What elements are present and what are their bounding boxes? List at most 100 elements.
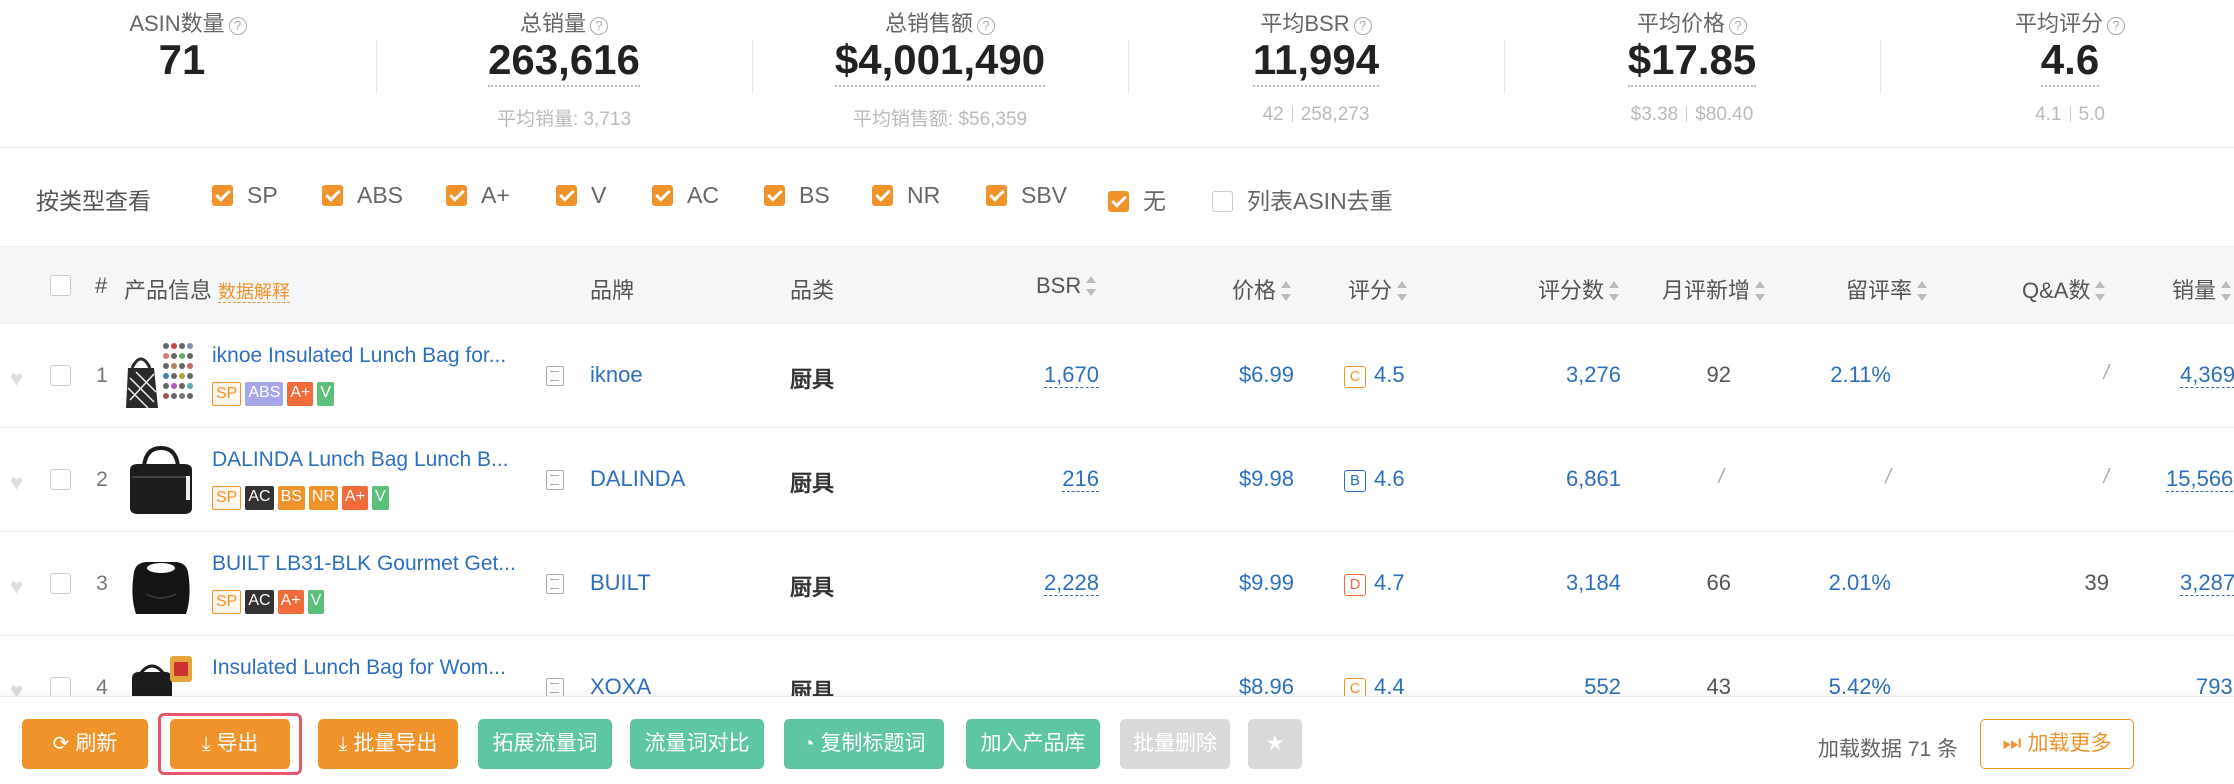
filter-checkbox-aplus[interactable]: A+ <box>446 182 510 210</box>
expand-traffic-words-button[interactable]: 拓展流量词 <box>478 719 612 769</box>
checkbox-checked-icon[interactable] <box>446 185 467 206</box>
checkbox-checked-icon[interactable] <box>212 185 233 206</box>
filter-checkbox-bs[interactable]: BS <box>764 182 830 210</box>
col-price[interactable]: 价格 <box>1232 273 1292 305</box>
sort-icon[interactable] <box>1916 281 1928 301</box>
refresh-button[interactable]: ⟳ 刷新 <box>22 719 148 769</box>
sales-value[interactable]: 3,287 <box>2180 570 2234 596</box>
filter-checkbox-v[interactable]: V <box>556 182 606 210</box>
col-bsr-label: BSR <box>1036 273 1082 298</box>
sort-icon[interactable] <box>2220 281 2232 301</box>
stat-max: $80.40 <box>1695 104 1754 125</box>
document-icon[interactable] <box>546 470 564 490</box>
filter-checkbox-sp[interactable]: SP <box>212 182 278 210</box>
sort-icon[interactable] <box>2094 281 2106 301</box>
checkbox-checked-icon[interactable] <box>872 185 893 206</box>
help-icon[interactable]: ? <box>2107 17 2125 35</box>
sort-icon[interactable] <box>1608 281 1620 301</box>
download-icon: ⤓ <box>338 733 348 755</box>
filter-checkbox-ac[interactable]: AC <box>652 182 719 210</box>
stat-value: 11,994 <box>1252 36 1380 87</box>
sales-value[interactable]: 15,566 <box>2166 466 2234 492</box>
help-icon[interactable]: ? <box>228 17 247 35</box>
select-all-checkbox[interactable] <box>50 275 71 296</box>
bsr-value[interactable]: 2,228 <box>1043 570 1099 596</box>
filter-checkbox-abs[interactable]: ABS <box>322 182 403 210</box>
sort-icon[interactable] <box>1085 276 1097 296</box>
row-checkbox[interactable] <box>50 365 71 386</box>
document-icon[interactable] <box>546 678 564 698</box>
favorite-heart-icon[interactable]: ♥ <box>10 366 23 392</box>
product-name-link[interactable]: DALINDA Lunch Bag Lunch B... <box>212 448 522 472</box>
checkbox-unchecked-icon[interactable] <box>1212 191 1233 212</box>
row-checkbox[interactable] <box>50 469 71 490</box>
data-explain-link[interactable]: 数据解释 <box>218 282 291 303</box>
help-icon[interactable]: ? <box>977 17 995 35</box>
favorite-heart-icon[interactable]: ♥ <box>10 574 23 600</box>
monthly-new-value: / <box>1718 466 1724 488</box>
brand-link[interactable]: iknoe <box>590 362 643 388</box>
checkbox-checked-icon[interactable] <box>1108 191 1129 212</box>
favorite-star-button[interactable]: ★ <box>1248 719 1302 769</box>
batch-export-button[interactable]: ⤓ 批量导出 <box>318 719 458 769</box>
favorite-heart-icon[interactable]: ♥ <box>10 470 23 496</box>
table-row[interactable]: ♥ 3 BUILT LB31-BLK Gourmet Get... SP AC A+… <box>0 532 2234 636</box>
category: 厨具 <box>790 575 835 600</box>
checkbox-checked-icon[interactable] <box>764 185 785 206</box>
col-qa[interactable]: Q&A数 <box>2022 273 2106 305</box>
checkbox-checked-icon[interactable] <box>322 185 343 206</box>
row-checkbox[interactable] <box>50 573 71 594</box>
sort-icon[interactable] <box>1754 281 1766 301</box>
product-thumbnail[interactable] <box>124 338 198 412</box>
table-row[interactable]: ♥ 1 iknoe Insulated Lunch Bag for... SP A… <box>0 324 2234 428</box>
product-name-link[interactable]: BUILT LB31-BLK Gourmet Get... <box>212 552 522 576</box>
pie-chart-icon: ◔ <box>802 733 815 755</box>
checkbox-checked-icon[interactable] <box>556 185 577 206</box>
col-monthly-new[interactable]: 月评新增 <box>1662 273 1766 305</box>
brand-link[interactable]: DALINDA <box>590 466 685 492</box>
export-button[interactable]: ⤓ 导出 <box>170 719 290 769</box>
copy-title-words-button[interactable]: ◔ 复制标题词 <box>784 719 944 769</box>
product-name-link[interactable]: iknoe Insulated Lunch Bag for... <box>212 344 522 368</box>
product-thumbnail[interactable] <box>124 546 198 620</box>
brand-link[interactable]: BUILT <box>590 570 651 596</box>
checkbox-checked-icon[interactable] <box>986 185 1007 206</box>
col-bsr[interactable]: BSR <box>1036 273 1097 299</box>
help-icon[interactable]: ? <box>1353 17 1372 35</box>
col-review-rate[interactable]: 留评率 <box>1846 273 1928 305</box>
col-rating[interactable]: 评分 <box>1348 273 1408 305</box>
row-checkbox[interactable] <box>50 677 71 698</box>
filter-checkbox-nr[interactable]: NR <box>872 182 940 210</box>
sort-icon[interactable] <box>1396 281 1408 301</box>
batch-delete-button[interactable]: 批量删除 <box>1120 719 1230 769</box>
product-tags: SP ABS A+ V <box>212 382 338 406</box>
refresh-label: 刷新 <box>75 732 118 755</box>
product-thumbnail[interactable] <box>124 442 198 516</box>
product-name-link[interactable]: Insulated Lunch Bag for Wom... <box>212 656 522 680</box>
load-info: 加载数据 71 条 <box>1818 738 1959 761</box>
download-icon: ⤓ <box>201 733 211 755</box>
bsr-value[interactable]: 216 <box>1062 466 1099 492</box>
col-rating-count[interactable]: 评分数 <box>1538 273 1620 305</box>
filter-checkbox-none[interactable]: 无 <box>1108 182 1166 214</box>
help-icon[interactable]: ? <box>1729 17 1747 35</box>
sort-icon[interactable] <box>1280 281 1292 301</box>
document-icon[interactable] <box>546 574 564 594</box>
load-more-button[interactable]: ⏭ 加载更多 <box>1980 719 2134 769</box>
batch-export-label: 批量导出 <box>353 732 438 755</box>
bsr-value[interactable]: 1,670 <box>1043 362 1099 388</box>
filter-checkbox-dedupe[interactable]: 列表ASIN去重 <box>1212 182 1393 214</box>
document-icon[interactable] <box>546 366 564 386</box>
row-index: 1 <box>96 364 108 387</box>
col-sales[interactable]: 销量 <box>2172 273 2232 305</box>
sales-value[interactable]: 4,369 <box>2180 362 2234 388</box>
filter-checkbox-sbv[interactable]: SBV <box>986 182 1067 210</box>
table-row[interactable]: ♥ 2 DALINDA Lunch Bag Lunch B... SP AC BS N… <box>0 428 2234 532</box>
help-icon[interactable]: ? <box>590 17 608 35</box>
checkbox-checked-icon[interactable] <box>652 185 673 206</box>
star-icon: ★ <box>1265 732 1285 755</box>
traffic-words-compare-button[interactable]: 流量词对比 <box>630 719 764 769</box>
add-to-product-library-button[interactable]: 加入产品库 <box>966 719 1100 769</box>
refresh-icon: ⟳ <box>52 733 70 755</box>
table-header: # 产品信息 数据解释 品牌 品类 BSR 价格 评分 评分数 月评新增 留评率 … <box>0 246 2234 324</box>
